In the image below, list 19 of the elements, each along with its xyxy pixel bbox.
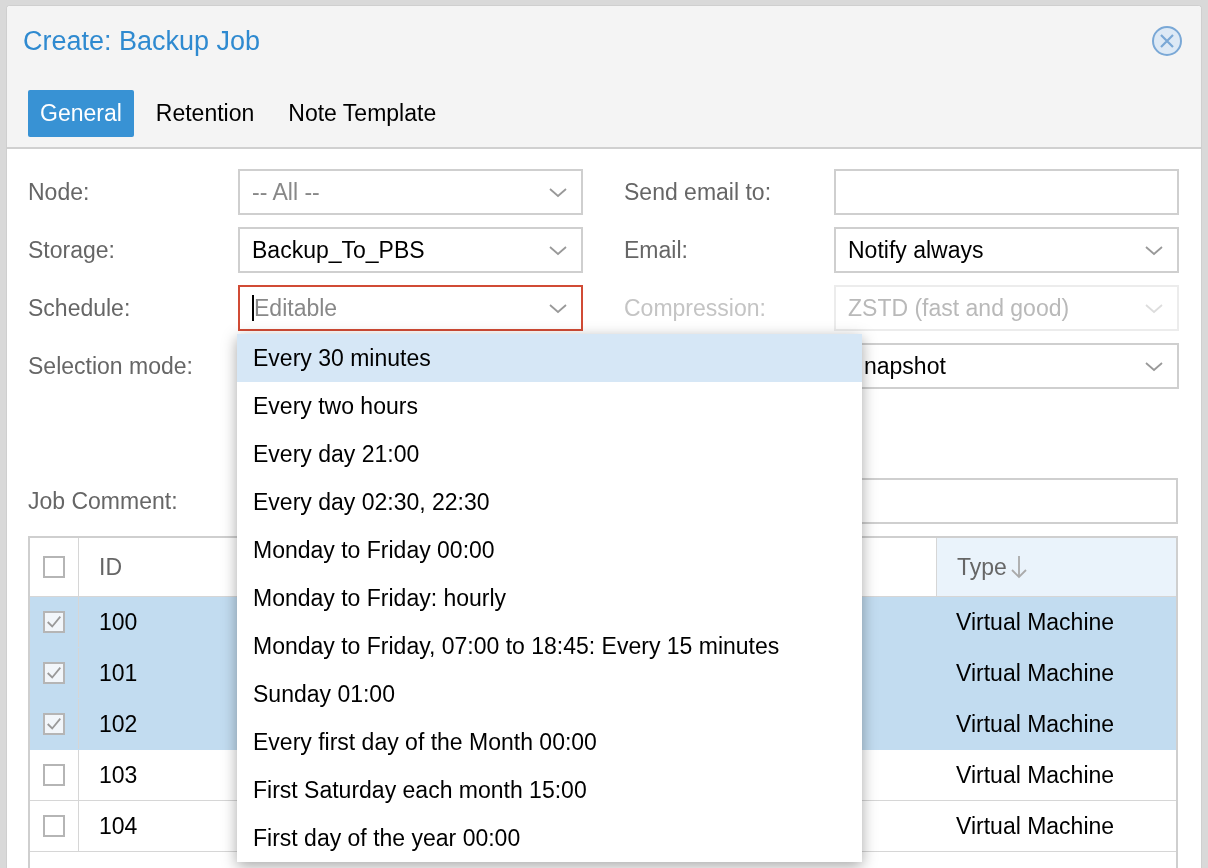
- table-cell: Virtual Machine: [956, 608, 1115, 636]
- field-label: Compression:: [624, 294, 766, 322]
- table-cell: Virtual Machine: [956, 710, 1115, 738]
- field-label: Storage:: [28, 236, 115, 264]
- table-cell: 101: [99, 659, 138, 687]
- table-cell: 102: [99, 710, 138, 738]
- table-cell: 100: [99, 608, 138, 636]
- table-cell: Virtual Machine: [956, 812, 1115, 840]
- table-cell: 103: [99, 761, 138, 789]
- field-label: Email:: [624, 236, 688, 264]
- table-cell: Virtual Machine: [956, 659, 1115, 687]
- field-label: Node:: [28, 178, 90, 206]
- field-label: Schedule:: [28, 294, 131, 322]
- field-label: Send email to:: [624, 178, 772, 206]
- table-cell: 104: [99, 812, 138, 840]
- field-label: Selection mode:: [28, 352, 193, 380]
- window-title: Create: Backup Job: [23, 25, 261, 57]
- field-label: Job Comment:: [28, 487, 179, 515]
- table-cell: Virtual Machine: [956, 761, 1115, 789]
